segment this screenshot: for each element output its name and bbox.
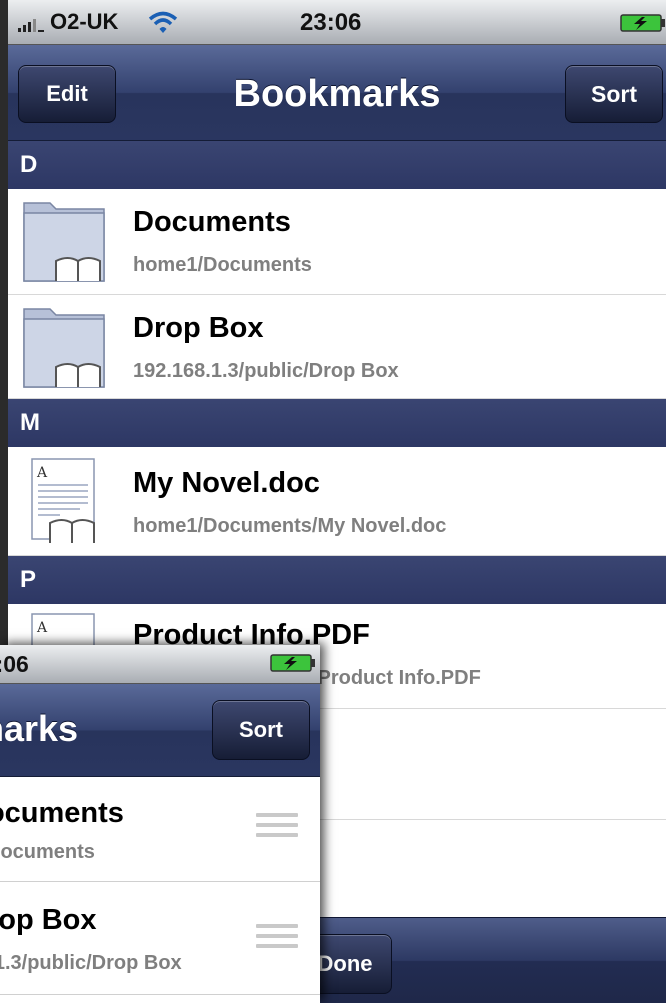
svg-text:A: A — [36, 620, 48, 636]
bookmark-title: Drop Box — [133, 312, 264, 344]
bookmark-title: Documents — [133, 206, 291, 238]
bookmark-path: home1/Documents/My Novel.doc — [133, 515, 447, 537]
sort-button-label: Sort — [591, 81, 637, 107]
navigation-bar: Bookmarks Sort — [0, 684, 320, 777]
folder-bookmark-icon — [20, 197, 108, 285]
bookmark-title: My Novel.doc — [133, 467, 320, 499]
battery-icon — [620, 14, 666, 34]
reorder-handle-icon[interactable] — [256, 811, 298, 847]
done-button-label: Done — [317, 951, 373, 976]
folder-bookmark-icon — [20, 303, 108, 391]
bookmark-path: 192.168.1.3/public/Drop Box — [133, 360, 399, 382]
section-header-m: M — [8, 399, 666, 447]
sort-button-label: Sort — [239, 717, 283, 742]
bookmark-path: home1/Documents — [133, 254, 312, 276]
bookmark-title: Documents — [0, 797, 124, 829]
document-bookmark-icon: A — [20, 457, 108, 545]
bookmark-title: Drop Box — [0, 904, 97, 936]
bookmark-row[interactable]: Drop Box 192.168.1.3/public/Drop Box — [0, 882, 320, 995]
bookmarks-edit-screen: 23:06 Bookmarks Sort Documents home1/Doc… — [0, 645, 320, 1003]
bookmark-path: home1/Documents — [0, 841, 95, 863]
clock: 23:06 — [300, 9, 362, 36]
svg-text:A: A — [36, 465, 48, 481]
sort-button[interactable]: Sort — [212, 700, 310, 760]
section-header-d: D — [8, 141, 666, 189]
wifi-icon — [148, 10, 178, 36]
bookmark-row[interactable]: Documents home1/Documents — [8, 189, 666, 295]
reorder-handle-icon[interactable] — [256, 922, 298, 958]
carrier-label: O2-UK — [50, 9, 119, 34]
status-bar: 23:06 — [0, 645, 320, 684]
section-header-p: P — [8, 556, 666, 604]
status-bar: O2-UK 23:06 — [8, 0, 666, 45]
battery-icon — [270, 654, 316, 674]
clock: 23:06 — [0, 651, 29, 677]
signal-icon — [18, 16, 46, 34]
bookmark-row[interactable]: Documents home1/Documents — [0, 777, 320, 882]
bookmark-row[interactable]: Drop Box 192.168.1.3/public/Drop Box — [8, 295, 666, 399]
sort-button[interactable]: Sort — [565, 65, 663, 123]
bookmark-path: 192.168.1.3/public/Drop Box — [0, 952, 182, 974]
bookmark-row[interactable]: A My Novel.doc home1/Documents/My Novel.… — [8, 447, 666, 556]
navigation-bar: Edit Bookmarks Sort — [8, 45, 666, 141]
